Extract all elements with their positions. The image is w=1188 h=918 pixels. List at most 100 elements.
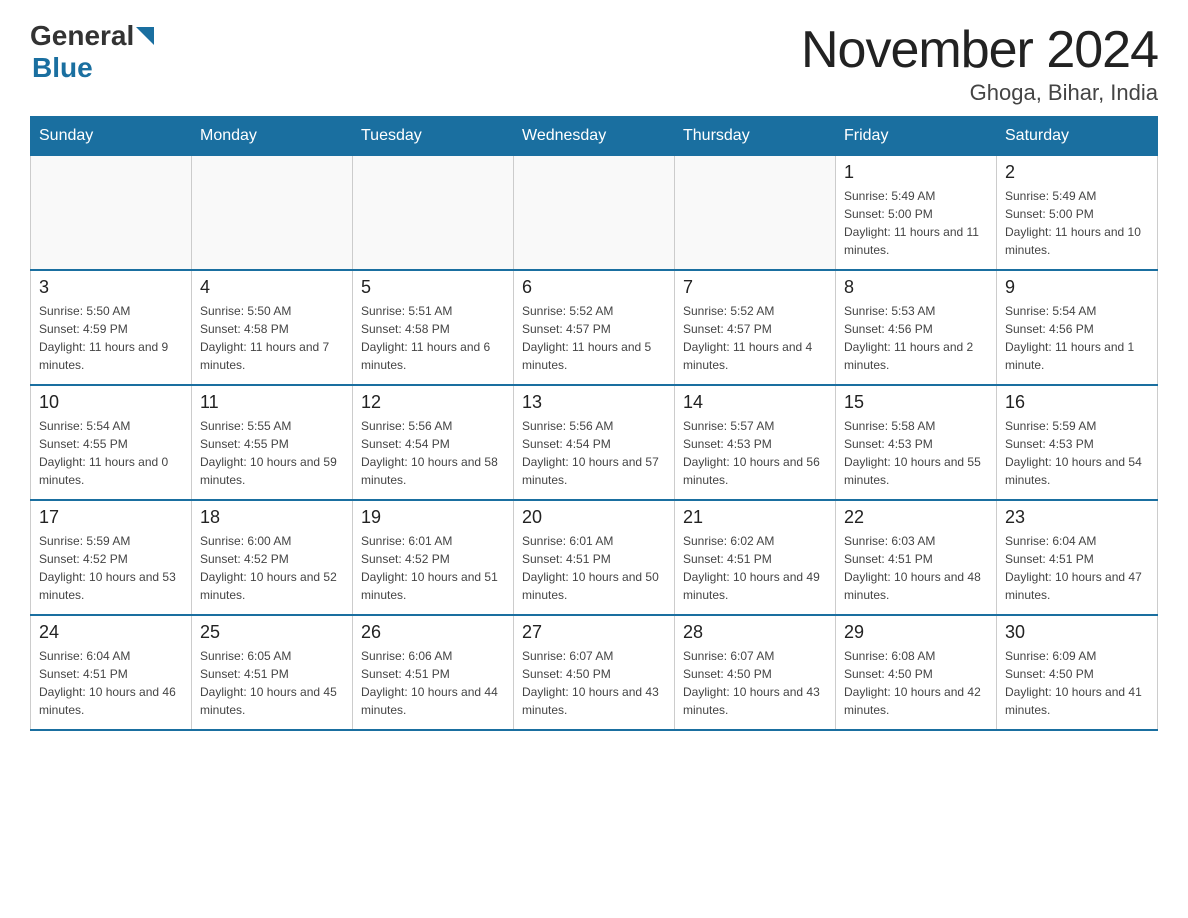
day-number: 14 bbox=[683, 392, 827, 413]
page-header: General Blue November 2024 Ghoga, Bihar,… bbox=[30, 20, 1158, 106]
day-info: Sunrise: 6:04 AM Sunset: 4:51 PM Dayligh… bbox=[39, 647, 183, 719]
calendar-cell bbox=[192, 156, 353, 271]
logo-general-text: General bbox=[30, 20, 134, 52]
day-number: 11 bbox=[200, 392, 344, 413]
calendar-header: Sunday Monday Tuesday Wednesday Thursday… bbox=[31, 117, 1158, 156]
day-info: Sunrise: 5:50 AM Sunset: 4:59 PM Dayligh… bbox=[39, 302, 183, 374]
day-info: Sunrise: 6:05 AM Sunset: 4:51 PM Dayligh… bbox=[200, 647, 344, 719]
header-wednesday: Wednesday bbox=[514, 117, 675, 156]
logo-arrow-icon bbox=[136, 27, 154, 45]
day-info: Sunrise: 5:50 AM Sunset: 4:58 PM Dayligh… bbox=[200, 302, 344, 374]
day-info: Sunrise: 5:54 AM Sunset: 4:55 PM Dayligh… bbox=[39, 417, 183, 489]
calendar-cell: 5 Sunrise: 5:51 AM Sunset: 4:58 PM Daylig… bbox=[353, 270, 514, 385]
header-thursday: Thursday bbox=[675, 117, 836, 156]
calendar-cell: 10Sunrise: 5:54 AM Sunset: 4:55 PM Dayli… bbox=[31, 385, 192, 500]
day-info: Sunrise: 6:06 AM Sunset: 4:51 PM Dayligh… bbox=[361, 647, 505, 719]
day-number: 4 bbox=[200, 277, 344, 298]
calendar-title: November 2024 bbox=[801, 20, 1158, 80]
calendar-week-row: 24 Sunrise: 6:04 AM Sunset: 4:51 PM Dayli… bbox=[31, 615, 1158, 730]
calendar-cell: 27 Sunrise: 6:07 AM Sunset: 4:50 PM Dayli… bbox=[514, 615, 675, 730]
header-friday: Friday bbox=[836, 117, 997, 156]
day-number: 25 bbox=[200, 622, 344, 643]
calendar-cell bbox=[675, 156, 836, 271]
day-header-row: Sunday Monday Tuesday Wednesday Thursday… bbox=[31, 117, 1158, 156]
calendar-week-row: 10Sunrise: 5:54 AM Sunset: 4:55 PM Dayli… bbox=[31, 385, 1158, 500]
day-number: 18 bbox=[200, 507, 344, 528]
calendar-body: 1 Sunrise: 5:49 AM Sunset: 5:00 PM Daylig… bbox=[31, 156, 1158, 731]
day-info: Sunrise: 5:52 AM Sunset: 4:57 PM Dayligh… bbox=[522, 302, 666, 374]
calendar-cell: 4 Sunrise: 5:50 AM Sunset: 4:58 PM Daylig… bbox=[192, 270, 353, 385]
header-sunday: Sunday bbox=[31, 117, 192, 156]
calendar-cell: 7 Sunrise: 5:52 AM Sunset: 4:57 PM Daylig… bbox=[675, 270, 836, 385]
calendar-cell: 19Sunrise: 6:01 AM Sunset: 4:52 PM Dayli… bbox=[353, 500, 514, 615]
calendar-cell: 11 Sunrise: 5:55 AM Sunset: 4:55 PM Dayli… bbox=[192, 385, 353, 500]
calendar-cell: 25 Sunrise: 6:05 AM Sunset: 4:51 PM Dayli… bbox=[192, 615, 353, 730]
day-info: Sunrise: 6:03 AM Sunset: 4:51 PM Dayligh… bbox=[844, 532, 988, 604]
logo: General Blue bbox=[30, 20, 154, 84]
day-number: 7 bbox=[683, 277, 827, 298]
calendar-cell: 1 Sunrise: 5:49 AM Sunset: 5:00 PM Daylig… bbox=[836, 156, 997, 271]
day-number: 17 bbox=[39, 507, 183, 528]
day-number: 13 bbox=[522, 392, 666, 413]
day-info: Sunrise: 6:00 AM Sunset: 4:52 PM Dayligh… bbox=[200, 532, 344, 604]
calendar-title-area: November 2024 Ghoga, Bihar, India bbox=[801, 20, 1158, 106]
logo-blue-text: Blue bbox=[32, 52, 93, 83]
day-info: Sunrise: 5:59 AM Sunset: 4:52 PM Dayligh… bbox=[39, 532, 183, 604]
calendar-cell: 29Sunrise: 6:08 AM Sunset: 4:50 PM Dayli… bbox=[836, 615, 997, 730]
calendar-cell: 17 Sunrise: 5:59 AM Sunset: 4:52 PM Dayli… bbox=[31, 500, 192, 615]
calendar-week-row: 3 Sunrise: 5:50 AM Sunset: 4:59 PM Daylig… bbox=[31, 270, 1158, 385]
calendar-cell: 9 Sunrise: 5:54 AM Sunset: 4:56 PM Daylig… bbox=[997, 270, 1158, 385]
day-info: Sunrise: 5:49 AM Sunset: 5:00 PM Dayligh… bbox=[844, 187, 988, 259]
day-number: 6 bbox=[522, 277, 666, 298]
header-monday: Monday bbox=[192, 117, 353, 156]
day-info: Sunrise: 5:56 AM Sunset: 4:54 PM Dayligh… bbox=[522, 417, 666, 489]
day-info: Sunrise: 5:55 AM Sunset: 4:55 PM Dayligh… bbox=[200, 417, 344, 489]
day-number: 2 bbox=[1005, 162, 1149, 183]
day-info: Sunrise: 5:54 AM Sunset: 4:56 PM Dayligh… bbox=[1005, 302, 1149, 374]
day-number: 12 bbox=[361, 392, 505, 413]
calendar-cell bbox=[514, 156, 675, 271]
calendar-cell: 3 Sunrise: 5:50 AM Sunset: 4:59 PM Daylig… bbox=[31, 270, 192, 385]
day-number: 23 bbox=[1005, 507, 1149, 528]
day-info: Sunrise: 6:01 AM Sunset: 4:51 PM Dayligh… bbox=[522, 532, 666, 604]
calendar-cell bbox=[353, 156, 514, 271]
day-number: 8 bbox=[844, 277, 988, 298]
calendar-cell: 23Sunrise: 6:04 AM Sunset: 4:51 PM Dayli… bbox=[997, 500, 1158, 615]
day-number: 19 bbox=[361, 507, 505, 528]
day-number: 20 bbox=[522, 507, 666, 528]
day-number: 9 bbox=[1005, 277, 1149, 298]
calendar-subtitle: Ghoga, Bihar, India bbox=[801, 80, 1158, 106]
day-info: Sunrise: 5:52 AM Sunset: 4:57 PM Dayligh… bbox=[683, 302, 827, 374]
header-tuesday: Tuesday bbox=[353, 117, 514, 156]
day-info: Sunrise: 6:09 AM Sunset: 4:50 PM Dayligh… bbox=[1005, 647, 1149, 719]
day-number: 26 bbox=[361, 622, 505, 643]
day-info: Sunrise: 5:58 AM Sunset: 4:53 PM Dayligh… bbox=[844, 417, 988, 489]
day-info: Sunrise: 5:49 AM Sunset: 5:00 PM Dayligh… bbox=[1005, 187, 1149, 259]
calendar-cell bbox=[31, 156, 192, 271]
calendar-cell: 30Sunrise: 6:09 AM Sunset: 4:50 PM Dayli… bbox=[997, 615, 1158, 730]
day-info: Sunrise: 5:57 AM Sunset: 4:53 PM Dayligh… bbox=[683, 417, 827, 489]
day-info: Sunrise: 5:56 AM Sunset: 4:54 PM Dayligh… bbox=[361, 417, 505, 489]
day-number: 1 bbox=[844, 162, 988, 183]
header-saturday: Saturday bbox=[997, 117, 1158, 156]
calendar-table: Sunday Monday Tuesday Wednesday Thursday… bbox=[30, 116, 1158, 731]
day-info: Sunrise: 5:53 AM Sunset: 4:56 PM Dayligh… bbox=[844, 302, 988, 374]
calendar-cell: 14 Sunrise: 5:57 AM Sunset: 4:53 PM Dayli… bbox=[675, 385, 836, 500]
calendar-cell: 24 Sunrise: 6:04 AM Sunset: 4:51 PM Dayli… bbox=[31, 615, 192, 730]
calendar-week-row: 1 Sunrise: 5:49 AM Sunset: 5:00 PM Daylig… bbox=[31, 156, 1158, 271]
calendar-cell: 20 Sunrise: 6:01 AM Sunset: 4:51 PM Dayli… bbox=[514, 500, 675, 615]
day-number: 15 bbox=[844, 392, 988, 413]
day-info: Sunrise: 6:07 AM Sunset: 4:50 PM Dayligh… bbox=[683, 647, 827, 719]
day-number: 22 bbox=[844, 507, 988, 528]
day-number: 27 bbox=[522, 622, 666, 643]
day-number: 16 bbox=[1005, 392, 1149, 413]
day-number: 3 bbox=[39, 277, 183, 298]
day-number: 24 bbox=[39, 622, 183, 643]
day-number: 5 bbox=[361, 277, 505, 298]
day-info: Sunrise: 5:51 AM Sunset: 4:58 PM Dayligh… bbox=[361, 302, 505, 374]
calendar-cell: 16Sunrise: 5:59 AM Sunset: 4:53 PM Dayli… bbox=[997, 385, 1158, 500]
calendar-cell: 26 Sunrise: 6:06 AM Sunset: 4:51 PM Dayli… bbox=[353, 615, 514, 730]
day-number: 21 bbox=[683, 507, 827, 528]
day-info: Sunrise: 6:07 AM Sunset: 4:50 PM Dayligh… bbox=[522, 647, 666, 719]
calendar-cell: 15 Sunrise: 5:58 AM Sunset: 4:53 PM Dayli… bbox=[836, 385, 997, 500]
